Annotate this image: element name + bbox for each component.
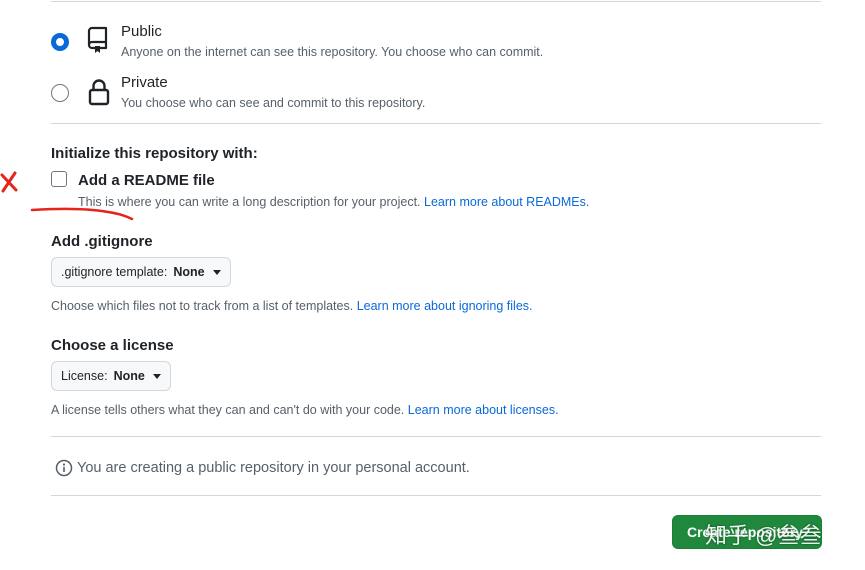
gitignore-template-dropdown[interactable]: .gitignore template: None — [51, 257, 231, 287]
visibility-divider — [51, 123, 821, 124]
public-repo-notice: You are creating a public repository in … — [55, 458, 470, 478]
license-learn-more-link[interactable]: Learn more about licenses. — [408, 403, 559, 417]
initialize-heading: Initialize this repository with: — [51, 145, 258, 162]
readme-label[interactable]: Add a README file — [78, 172, 215, 189]
caret-down-icon — [152, 373, 161, 379]
readme-help-text: This is where you can write a long descr… — [78, 195, 421, 209]
license-dropdown[interactable]: License: None — [51, 361, 171, 391]
gitignore-heading: Add .gitignore — [51, 233, 153, 250]
notice-text: You are creating a public repository in … — [77, 460, 470, 476]
visibility-option-private[interactable]: Private You choose who can see and commi… — [51, 74, 811, 114]
license-dropdown-label: License: — [61, 369, 108, 383]
create-repository-label: Create repository — [687, 524, 803, 540]
public-radio[interactable] — [51, 33, 69, 51]
license-heading: Choose a license — [51, 337, 174, 354]
lock-icon — [88, 79, 110, 106]
caret-down-icon — [212, 269, 221, 275]
private-title: Private — [121, 74, 168, 91]
public-description: Anyone on the internet can see this repo… — [121, 45, 544, 59]
gitignore-dropdown-value: None — [173, 265, 205, 279]
gitignore-help-text: Choose which files not to track from a l… — [51, 299, 354, 313]
public-title: Public — [121, 23, 162, 40]
readme-learn-more-link[interactable]: Learn more about READMEs. — [424, 195, 589, 209]
annotation-x-mark — [0, 171, 18, 193]
license-help-text: A license tells others what they can and… — [51, 403, 405, 417]
license-help: A license tells others what they can and… — [51, 403, 559, 417]
annotation-underline — [30, 207, 134, 221]
license-dropdown-value: None — [113, 369, 145, 383]
repo-icon — [87, 26, 108, 53]
readme-help: This is where you can write a long descr… — [78, 195, 589, 209]
visibility-option-public[interactable]: Public Anyone on the internet can see th… — [51, 23, 811, 63]
create-repository-button[interactable]: Create repository — [672, 515, 822, 549]
gitignore-dropdown-label: .gitignore template: — [61, 265, 168, 279]
top-divider — [51, 1, 821, 2]
private-radio[interactable] — [51, 84, 69, 102]
license-divider — [51, 436, 821, 437]
gitignore-help: Choose which files not to track from a l… — [51, 299, 533, 313]
info-icon — [55, 459, 73, 477]
private-description: You choose who can see and commit to thi… — [121, 96, 426, 110]
readme-checkbox[interactable] — [51, 171, 67, 187]
bottom-divider — [51, 495, 821, 496]
gitignore-learn-more-link[interactable]: Learn more about ignoring files. — [357, 299, 533, 313]
